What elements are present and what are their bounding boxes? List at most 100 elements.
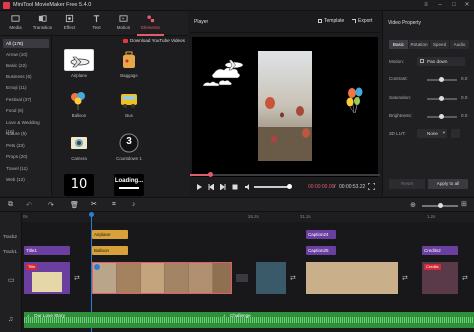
tab-media[interactable]: Media: [2, 11, 29, 36]
brightness-slider[interactable]: [427, 114, 457, 119]
category-item[interactable]: Food (6): [3, 106, 49, 115]
motion-icon: [119, 15, 128, 22]
close-icon[interactable]: ✕: [461, 1, 473, 10]
playhead-handle[interactable]: [89, 212, 94, 217]
template-button[interactable]: Template: [318, 18, 344, 24]
tab-transition-label: Transition: [32, 25, 53, 30]
transition-slot-icon[interactable]: ⇄: [462, 274, 468, 282]
category-item[interactable]: Nature (5): [3, 129, 49, 138]
timeline-settings-icon[interactable]: ⊞: [461, 200, 467, 208]
elements-icon: [147, 15, 155, 23]
menu-icon[interactable]: ≡: [420, 1, 432, 10]
apply-to-all-button[interactable]: Apply to all: [428, 179, 468, 189]
undo-icon[interactable]: ↶: [26, 201, 32, 209]
element-loading[interactable]: Loading...: [111, 174, 147, 196]
tab-motion[interactable]: Motion: [110, 11, 137, 36]
track-2-label: Track2: [3, 234, 17, 239]
video-clip-balloons[interactable]: [92, 262, 232, 294]
crop-icon[interactable]: ⌗: [112, 201, 116, 209]
video-clip-landscape[interactable]: [306, 262, 398, 294]
element-balloon[interactable]: Balloon: [61, 89, 97, 118]
title-thumbnail: [32, 272, 62, 292]
volume-knob[interactable]: [287, 184, 292, 189]
redo-icon[interactable]: ↷: [48, 201, 54, 209]
contrast-slider[interactable]: [427, 77, 457, 82]
volume-slider[interactable]: [254, 184, 292, 189]
category-item[interactable]: Festival (37): [3, 95, 49, 104]
prev-frame-icon[interactable]: [208, 184, 214, 190]
delete-icon[interactable]: 🗑: [70, 201, 79, 209]
split-icon[interactable]: ✂: [91, 200, 97, 208]
add-track-icon[interactable]: ⧉: [8, 201, 13, 209]
clip-label: Caption24: [308, 232, 329, 237]
player-progress[interactable]: [190, 172, 380, 177]
player-progress-knob[interactable]: [208, 172, 213, 177]
saturation-slider[interactable]: [427, 96, 457, 101]
next-frame-icon[interactable]: [220, 184, 226, 190]
saturation-knob[interactable]: [439, 96, 444, 101]
tab-basic[interactable]: Basic: [389, 40, 408, 49]
transition-slot-icon[interactable]: ⇄: [74, 274, 80, 282]
tab-transition[interactable]: Transition: [29, 11, 56, 36]
element-airplane[interactable]: Airplane: [61, 49, 97, 78]
zoom-knob[interactable]: [438, 203, 443, 208]
category-item[interactable]: Pets (23): [3, 141, 49, 150]
minimize-icon[interactable]: –: [434, 1, 446, 10]
maximize-icon[interactable]: □: [448, 1, 460, 10]
audio-clip-challenge[interactable]: ♪ Challenge: [220, 312, 474, 328]
brightness-knob[interactable]: [439, 114, 444, 119]
transition-slot-icon[interactable]: [236, 274, 248, 282]
bus-thumbnail: [114, 89, 144, 111]
fullscreen-icon[interactable]: [368, 183, 375, 190]
lut-add-icon[interactable]: [451, 129, 460, 138]
video-clip-title[interactable]: Title: [24, 262, 70, 294]
download-youtube-link[interactable]: Download YouTube Videos: [123, 38, 185, 43]
category-item[interactable]: Arrow (10): [3, 50, 49, 59]
camera-icon: [71, 137, 87, 149]
track1-clip-caption25[interactable]: Caption25: [306, 246, 336, 255]
track1-clip-title1[interactable]: Title1: [24, 246, 70, 255]
video-clip-credits[interactable]: Credits: [422, 262, 458, 294]
video-preview[interactable]: [192, 37, 378, 177]
transition-slot-icon[interactable]: ⇄: [402, 274, 408, 282]
tab-elements[interactable]: Elements: [137, 11, 164, 36]
category-item[interactable]: Props (20): [3, 152, 49, 161]
category-item[interactable]: Emoji (11): [3, 83, 49, 92]
audio-icon[interactable]: ♪: [132, 201, 136, 208]
export-button[interactable]: Export: [352, 18, 372, 24]
play-icon[interactable]: [196, 184, 202, 190]
track1-clip-credits2[interactable]: Credits2: [422, 246, 458, 255]
zoom-slider[interactable]: [422, 203, 458, 208]
tab-speed[interactable]: Speed: [430, 40, 449, 49]
tab-audio[interactable]: Audio: [450, 40, 469, 49]
track2-clip-airplane[interactable]: Airplane: [92, 230, 128, 239]
video-clip-scene[interactable]: [256, 262, 286, 294]
category-item[interactable]: Travel (11): [3, 164, 49, 173]
element-number[interactable]: 10: [61, 174, 97, 196]
element-bus[interactable]: Bus: [111, 89, 147, 118]
category-item[interactable]: Business (6): [3, 72, 49, 81]
tab-effect[interactable]: Effect: [56, 11, 83, 36]
transition-slot-icon[interactable]: ⇄: [290, 274, 296, 282]
tab-text[interactable]: Text: [83, 11, 110, 36]
track2-clip-caption24[interactable]: Caption24: [306, 230, 336, 239]
category-item[interactable]: Love & Wedding (16): [3, 118, 49, 134]
zoom-fit-icon[interactable]: ⊕: [410, 201, 416, 209]
element-countdown-1[interactable]: 3 Countdown 1: [111, 132, 147, 161]
element-camera[interactable]: Camera: [61, 132, 97, 161]
track1-clip-balloon[interactable]: Balloon: [92, 246, 128, 255]
category-item[interactable]: Web (12): [3, 175, 49, 184]
ruler-tick-label: 26.2s: [248, 214, 259, 219]
volume-icon[interactable]: [245, 184, 251, 190]
contrast-knob[interactable]: [439, 77, 444, 82]
motion-select[interactable]: Pan down: [417, 57, 465, 66]
tab-rotation[interactable]: Rotation: [409, 40, 429, 49]
audio-clip-our-love-story[interactable]: ♪ Our Love Story: [24, 312, 220, 328]
category-item[interactable]: All (178): [3, 39, 49, 48]
category-item[interactable]: Basic (22): [3, 61, 49, 70]
stop-icon[interactable]: [232, 184, 238, 190]
element-baggage[interactable]: Baggage: [111, 49, 147, 78]
reset-button[interactable]: Reset: [389, 179, 425, 189]
lut-select[interactable]: None ▾: [417, 129, 447, 138]
chevron-down-icon: ▾: [442, 130, 445, 135]
